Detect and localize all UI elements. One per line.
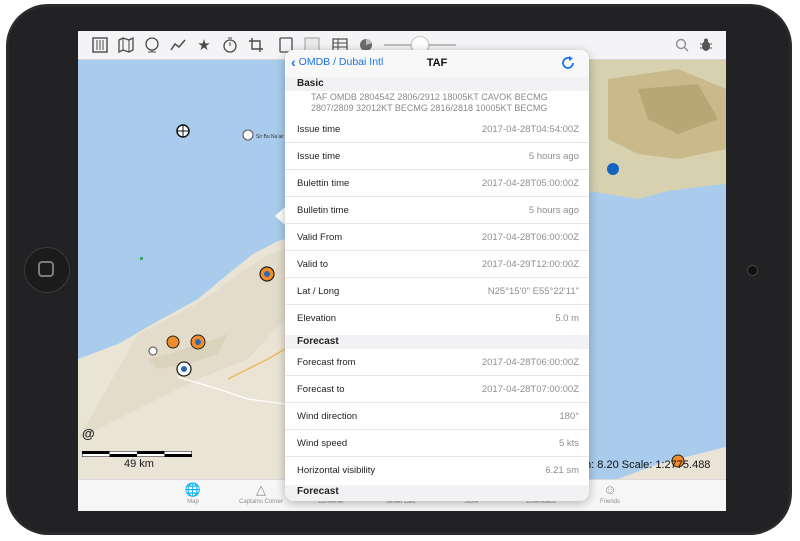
taf-popover: ‹ OMDB / Dubai Intl TAF Basic TAF OMDB 2…	[285, 50, 589, 501]
back-button[interactable]: ‹ OMDB / Dubai Intl	[291, 54, 384, 70]
globe-icon: 🌐	[184, 482, 202, 497]
row-lat-long: Lat / Long N25°15'0" E55°22'11"	[285, 278, 589, 305]
row-wind-direction: Wind direction 180°	[285, 403, 589, 430]
globe-icon[interactable]	[142, 35, 162, 55]
row-bulletin-time-relative: Bulletin time 5 hours ago	[285, 197, 589, 224]
row-elevation: Elevation 5.0 m	[297, 313, 579, 324]
scale-bar	[82, 451, 192, 457]
section-header-forecast: Forecast	[285, 335, 589, 349]
airport-marker-6[interactable]	[148, 346, 158, 356]
chevron-left-icon: ‹	[291, 54, 296, 70]
scale-distance: 49 km	[124, 458, 154, 470]
row-valid-to: Valid to 2017-04-29T12:00:00Z	[285, 251, 589, 278]
map-icon[interactable]	[116, 35, 136, 55]
popover-header: ‹ OMDB / Dubai Intl TAF	[285, 50, 589, 78]
home-button[interactable]	[24, 247, 70, 293]
location-marker[interactable]	[607, 163, 619, 175]
row-issue-time: Issue time 2017-04-28T04:54:00Z	[285, 116, 589, 143]
route-icon[interactable]	[168, 35, 188, 55]
row-forecast-from: Forecast from 2017-04-28T06:00:00Z	[285, 349, 589, 376]
popover-arrow	[275, 207, 285, 225]
timer-icon[interactable]	[220, 35, 240, 55]
section-header-basic: Basic	[285, 77, 589, 91]
sliders-icon[interactable]	[90, 35, 110, 55]
svg-text:Sir Bu Nu'air: Sir Bu Nu'air	[256, 134, 284, 140]
row-valid-from: Valid From 2017-04-28T06:00:00Z	[285, 224, 589, 251]
crop-icon[interactable]	[246, 35, 266, 55]
airport-marker-3[interactable]	[259, 266, 275, 282]
row-horizontal-visibility: Horizontal visibility 6.21 sm	[297, 465, 579, 476]
star-icon[interactable]: ★	[194, 35, 214, 55]
refresh-icon[interactable]	[559, 54, 577, 77]
airport-marker-5[interactable]	[176, 361, 192, 377]
airport-marker-1[interactable]	[176, 124, 190, 138]
home-square-icon	[38, 261, 54, 277]
attribution-symbol[interactable]: @	[82, 426, 95, 441]
row-wind-speed: Wind speed 5 kts	[285, 430, 589, 457]
tab-map[interactable]: 🌐 Map	[158, 482, 228, 506]
row-bulletin-time: Bulettin time 2017-04-28T05:00:00Z	[285, 170, 589, 197]
bug-icon[interactable]	[696, 35, 716, 55]
screen: Sir Bu Nu'air @ 49 km m: 8.20 Scale: 1:2…	[78, 31, 726, 511]
front-camera	[747, 265, 758, 276]
section-header-forecast-2: Forecast	[285, 485, 589, 501]
row-issue-time-relative: Issue time 5 hours ago	[285, 143, 589, 170]
row-forecast-to: Forecast to 2017-04-28T07:00:00Z	[285, 376, 589, 403]
taf-raw-text: TAF OMDB 280454Z 2806/2912 18005KT CAVOK…	[311, 92, 548, 113]
search-icon[interactable]	[672, 35, 692, 55]
back-button-label: OMDB / Dubai Intl	[298, 56, 384, 68]
zoom-scale-readout: m: 8.20 Scale: 1:2775.488	[582, 459, 711, 471]
